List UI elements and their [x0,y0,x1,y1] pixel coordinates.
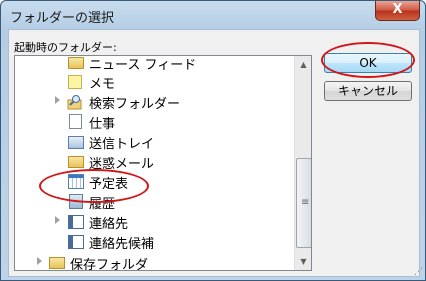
tree-item-suggested-contacts[interactable]: 連絡先候補 [15,232,295,252]
journal-icon [69,194,83,209]
cancel-button[interactable]: キャンセル [324,81,412,101]
startup-folder-label: 起動時のフォルダー: [14,41,117,54]
tasks-icon [69,114,82,129]
tree-item-tasks[interactable]: 仕事 [15,112,295,132]
tree-item-label: 連絡先候補 [89,237,155,252]
tree-item-journal[interactable]: 履歴 [15,192,295,212]
folder-select-dialog: フォルダーの選択 X 起動時のフォルダー: ニュース フィード メモ 検索フォル… [0,0,426,281]
search-folder-icon [67,95,82,110]
tree-item-contacts[interactable]: 連絡先 [15,212,295,232]
dialog-body: 起動時のフォルダー: ニュース フィード メモ 検索フォルダー 仕事 送信トレイ… [8,29,420,277]
expand-arrow-icon[interactable] [55,216,60,224]
scroll-up-arrow-icon[interactable]: ▲ [295,56,311,73]
folder-icon [49,257,65,269]
tree-item-search-folders[interactable]: 検索フォルダー [15,92,295,112]
folder-tree[interactable]: ニュース フィード メモ 検索フォルダー 仕事 送信トレイ 迷惑メール 予定表 … [14,55,312,271]
contacts-icon [68,215,84,229]
outbox-icon [68,136,84,149]
scrollbar-thumb[interactable]: ≡ [296,158,311,248]
title-bar[interactable]: フォルダーの選択 X [1,1,425,29]
tree-item-archive-folder[interactable]: 保存フォルダ [15,253,295,271]
tree-item-outbox[interactable]: 送信トレイ [15,132,295,152]
tree-item-label: 連絡先 [89,217,129,232]
scroll-down-arrow-icon[interactable]: ▼ [295,253,311,270]
tree-item-notes[interactable]: メモ [15,72,295,92]
tree-item-label: 仕事 [89,117,116,132]
tree-item-label: メモ [89,77,116,92]
grip-icon: ≡ [301,197,310,208]
notes-icon [68,75,82,89]
ok-button[interactable]: OK [324,53,412,73]
tree-item-label: 迷惑メール [89,157,155,172]
close-button[interactable]: X [375,1,420,21]
tree-item-junk-mail[interactable]: 迷惑メール [15,152,295,172]
tree-item-label: ニュース フィード [89,58,197,73]
junk-mail-icon [68,156,84,168]
tree-item-label: 予定表 [89,177,129,192]
window-title: フォルダーの選択 [10,11,115,26]
calendar-icon [68,174,84,189]
tree-item-label: 履歴 [89,197,116,212]
tree-item-label: 検索フォルダー [89,97,181,112]
contacts-icon [68,235,84,249]
tree-item-calendar[interactable]: 予定表 [15,172,295,192]
vertical-scrollbar[interactable]: ▲ ≡ ▼ [294,56,311,270]
tree-item-label: 送信トレイ [89,137,155,152]
expand-arrow-icon[interactable] [55,96,60,104]
expand-arrow-icon[interactable] [37,257,42,265]
folder-icon [68,57,84,69]
tree-item-news-feed[interactable]: ニュース フィード [15,56,295,73]
tree-item-label: 保存フォルダ [70,258,149,271]
resize-grip-icon: ⋰ [414,267,423,277]
